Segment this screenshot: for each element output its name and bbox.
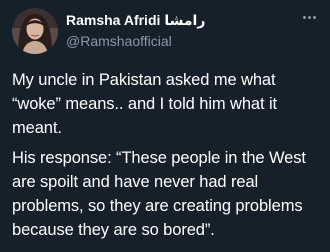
tweet-paragraph: His response: “These people in the West … [12,149,306,239]
more-dot [307,15,311,19]
more-dot [302,15,306,19]
tweet-paragraph: My uncle in Pakistan asked me what “woke… [12,71,277,137]
display-name[interactable]: Ramsha Afridi رامشا [66,11,205,30]
author-info: Ramsha Afridi رامشا @Ramshaofficial [66,11,205,50]
tweet-card: Ramsha Afridi رامشا @Ramshaofficial My un… [0,0,330,252]
more-icon[interactable] [298,10,320,24]
more-dot [312,15,316,19]
avatar[interactable] [12,8,58,54]
avatar-image [12,8,58,54]
user-handle[interactable]: @Ramshaofficial [66,32,205,50]
tweet-text: My uncle in Pakistan asked me what “woke… [12,68,320,242]
display-name-latin: Ramsha Afridi [66,12,161,28]
display-name-urdu: رامشا [164,13,206,29]
tweet-header: Ramsha Afridi رامشا @Ramshaofficial [12,8,320,54]
